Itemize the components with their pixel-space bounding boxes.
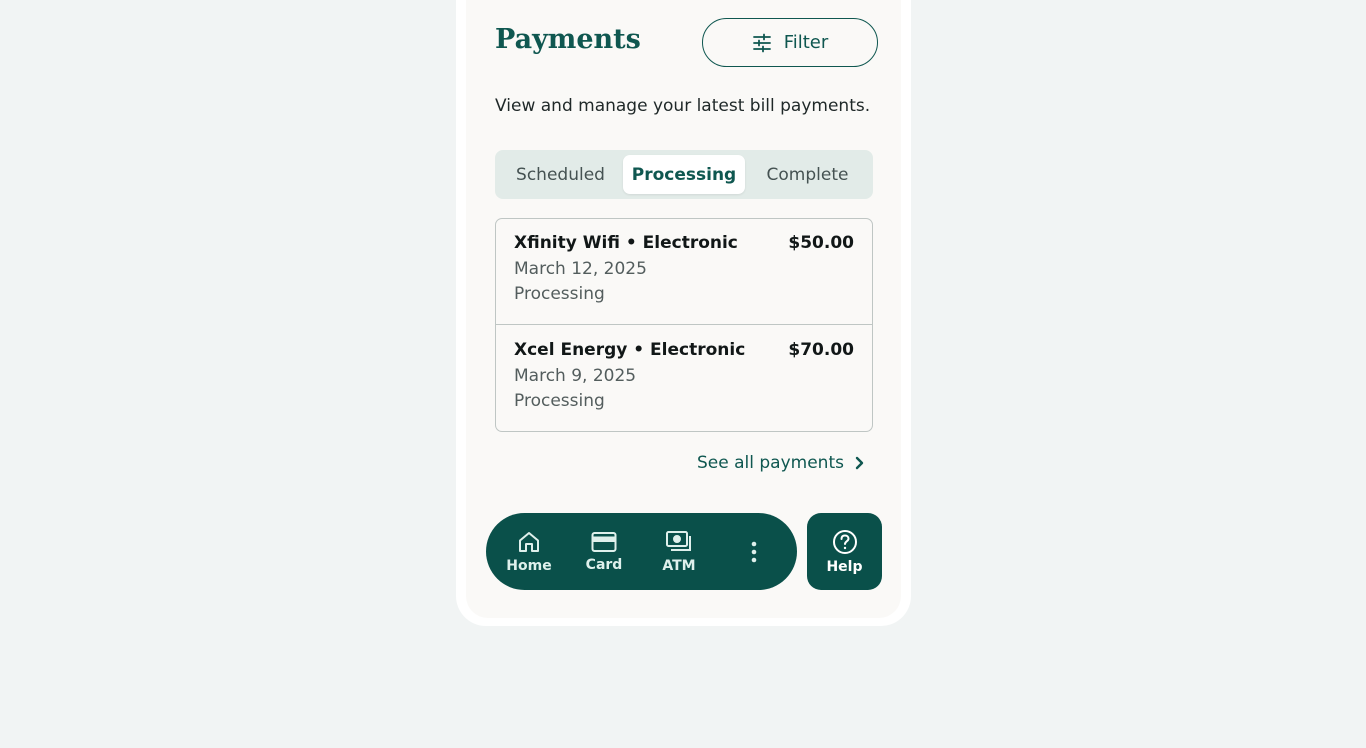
nav-home-label: Home <box>506 557 552 574</box>
payment-status: Processing <box>514 284 605 304</box>
sliders-icon <box>752 33 772 53</box>
phone-frame: Payments Filter View and manage your lat… <box>456 0 911 626</box>
chevron-right-icon <box>854 456 864 470</box>
page-header: Payments Filter <box>495 18 878 68</box>
filter-label: Filter <box>783 32 829 53</box>
nav-more[interactable] <box>719 513 789 590</box>
payment-payee: Xfinity Wifi • Electronic <box>514 233 738 253</box>
help-button[interactable]: Help <box>807 513 882 590</box>
see-all-label: See all payments <box>697 453 844 473</box>
card-icon <box>591 531 617 553</box>
help-label: Help <box>826 558 863 575</box>
filter-button[interactable]: Filter <box>702 18 878 67</box>
atm-icon <box>665 530 693 554</box>
app-screen: Payments Filter View and manage your lat… <box>466 0 901 618</box>
help-icon <box>832 529 858 555</box>
payment-row[interactable]: Xcel Energy • Electronic $70.00 March 9,… <box>496 326 872 431</box>
bottom-navigation: Home Card ATM <box>486 513 797 590</box>
nav-card-label: Card <box>585 556 623 573</box>
payment-date: March 9, 2025 <box>514 366 637 386</box>
payment-list: Xfinity Wifi • Electronic $50.00 March 1… <box>495 218 873 432</box>
page-title: Payments <box>495 24 641 55</box>
tab-scheduled[interactable]: Scheduled <box>501 155 620 194</box>
payment-amount: $70.00 <box>788 340 854 360</box>
nav-card[interactable]: Card <box>569 513 639 590</box>
more-vertical-icon <box>751 541 757 563</box>
page-subtitle: View and manage your latest bill payment… <box>495 96 871 116</box>
tab-complete[interactable]: Complete <box>748 155 867 194</box>
payment-status-tabs: Scheduled Processing Complete <box>495 150 873 199</box>
nav-atm-label: ATM <box>662 557 696 574</box>
payment-row[interactable]: Xfinity Wifi • Electronic $50.00 March 1… <box>496 219 872 325</box>
see-all-payments-link[interactable]: See all payments <box>697 453 864 473</box>
home-icon <box>517 530 541 554</box>
payment-amount: $50.00 <box>788 233 854 253</box>
tab-processing[interactable]: Processing <box>623 155 745 194</box>
payment-date: March 12, 2025 <box>514 259 647 279</box>
nav-home[interactable]: Home <box>494 513 564 590</box>
payment-status: Processing <box>514 391 605 411</box>
nav-atm[interactable]: ATM <box>644 513 714 590</box>
payment-payee: Xcel Energy • Electronic <box>514 340 746 360</box>
